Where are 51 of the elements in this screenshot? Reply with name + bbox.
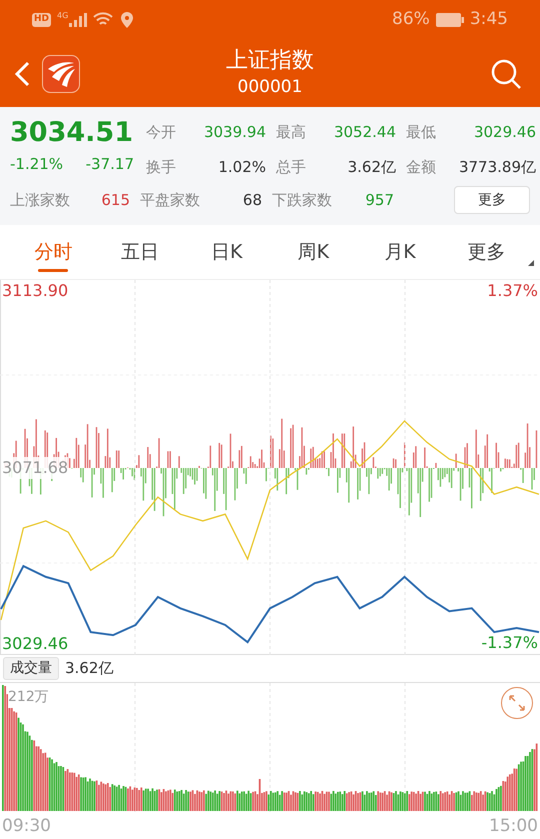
breadth-value: 615 [101, 190, 130, 211]
expand-button[interactable] [501, 687, 533, 719]
current-price: 3034.51 [10, 117, 134, 149]
chart-tab[interactable]: 分时 [10, 224, 97, 280]
percent-low-label: -1.37% [481, 632, 538, 654]
stat-value: 3039.94 [204, 122, 266, 143]
battery-percent: 86% [392, 8, 430, 32]
chart-tab[interactable]: 五日 [96, 224, 184, 280]
more-button[interactable]: 更多 [454, 186, 530, 214]
y-tick-label: 3071.68 [2, 456, 68, 478]
index-title: 上证指数 [226, 47, 314, 75]
battery-icon [436, 13, 464, 27]
stat-label: 金额 [406, 156, 436, 178]
stat-value: 3773.89亿 [458, 156, 536, 178]
end-time-label: 15:00 [489, 815, 538, 838]
stat-label: 换手 [146, 156, 176, 178]
chart-tab[interactable]: 周K [270, 224, 357, 280]
volume-label: 成交量 [3, 657, 59, 680]
stat-label: 今开 [146, 122, 176, 143]
percent-high-label: 1.37% [487, 280, 538, 302]
signal-icon [69, 13, 88, 27]
change-value: -37.17 [86, 154, 134, 175]
start-time-label: 09:30 [2, 815, 51, 838]
search-icon [490, 58, 522, 90]
hd-badge: HD [32, 13, 52, 27]
volume-value: 3.62亿 [65, 658, 114, 680]
location-icon [121, 12, 134, 28]
breadth-label: 平盘家数 [140, 190, 200, 211]
breadth-value: 957 [365, 190, 394, 211]
stat-value: 1.02% [218, 156, 266, 178]
breadth-label: 下跌家数 [272, 190, 332, 211]
clock: 3:45 [470, 8, 508, 32]
stat-value: 3029.46 [474, 122, 536, 143]
breadth-label: 上涨家数 [10, 190, 70, 211]
search-button[interactable] [490, 58, 522, 90]
network-label: 4G [57, 10, 68, 22]
y-tick-label: 3113.90 [2, 280, 68, 302]
stat-label: 最低 [406, 122, 436, 143]
chart-tab[interactable]: 月K [356, 224, 444, 280]
expand-icon [508, 694, 526, 712]
y-tick-label: 3029.46 [2, 633, 68, 655]
index-code: 000001 [238, 76, 302, 98]
change-percent: -1.21% [10, 154, 64, 175]
breadth-value: 68 [242, 190, 262, 211]
stat-label: 总手 [276, 156, 306, 178]
app-logo-icon[interactable] [42, 54, 80, 92]
stat-value: 3052.44 [334, 122, 396, 143]
stat-value: 3.62亿 [348, 156, 396, 178]
back-icon [14, 60, 30, 86]
chart-tab[interactable]: 日K [183, 224, 270, 280]
stat-label: 最高 [276, 122, 306, 143]
